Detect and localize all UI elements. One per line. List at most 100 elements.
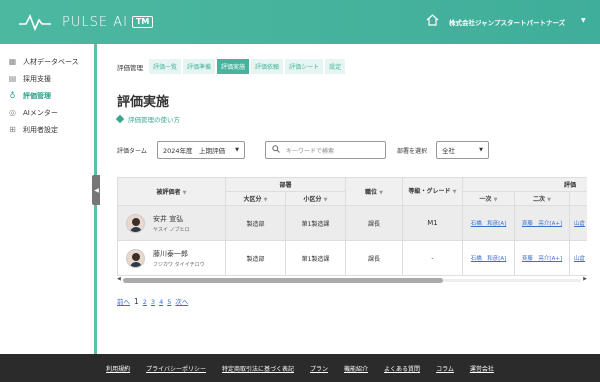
scroll-right-icon[interactable]: ▶: [583, 276, 587, 282]
scroll-thumb[interactable]: [123, 278, 443, 283]
cell-position: 課長: [345, 240, 404, 276]
footer-link-plans[interactable]: プラン: [310, 364, 328, 373]
sort-icon: ▼: [263, 197, 268, 203]
employee-kana: ヤスイ ノブヒロ: [153, 226, 190, 233]
sidebar-item-label: 利用者設定: [23, 125, 58, 134]
page-title: 評価実施: [117, 95, 170, 110]
table-row[interactable]: 藤川泰一郎 フジカワ タイイチロウ 製造部 第1製造課 課長 - 石橋 和彦[A…: [117, 240, 587, 276]
footer-link-column[interactable]: コラム: [436, 364, 454, 373]
sidebar-item-recruiting[interactable]: ▤ 採用支援: [0, 70, 94, 87]
third-evaluator-link[interactable]: 山倉: [574, 221, 585, 227]
footer-link-privacy[interactable]: プライバシーポリシー: [146, 364, 206, 373]
col-first-evaluation[interactable]: 一次 ▼: [462, 191, 516, 206]
sidebar-item-label: 採用支援: [23, 74, 51, 83]
dept-select[interactable]: 全社 ▼: [436, 141, 489, 159]
pulse-logo-icon: [19, 14, 51, 32]
term-select-value: 2024年度 上期評価: [163, 147, 226, 155]
cell-minor: 第1製造課: [284, 205, 347, 241]
search-input[interactable]: キーワードで検索: [265, 141, 386, 159]
pager-prev[interactable]: 前へ: [117, 296, 130, 306]
search-icon: [272, 145, 280, 155]
dept-label: 部署を選択: [397, 148, 428, 155]
second-evaluator-link[interactable]: 斉藤 亮介[A+]: [522, 221, 562, 227]
cell-grade: M1: [402, 205, 464, 241]
users-icon: ⊞: [9, 125, 16, 134]
pager-page[interactable]: 5: [167, 298, 171, 306]
tab-evaluation-list[interactable]: 評価一覧: [149, 59, 182, 74]
search-placeholder: キーワードで検索: [286, 147, 335, 155]
col-minor-division[interactable]: 小区分 ▼: [284, 191, 347, 206]
avatar: [126, 213, 145, 233]
footer: 利用規約 プライバシーポリシー 特定商取引法に基づく表記 プラン 機能紹介 よく…: [0, 354, 600, 382]
term-select[interactable]: 2024年度 上期評価 ▼: [157, 141, 245, 159]
tab-bar-label: 評価管理: [117, 63, 143, 72]
col-evaluatee[interactable]: 被評価者 ▼: [117, 177, 226, 206]
lightbulb-icon: ♁: [9, 91, 16, 100]
horizontal-scrollbar[interactable]: ◀ ▶: [117, 276, 587, 284]
company-name[interactable]: 株式会社ジャンプスタートパートナーズ: [449, 17, 565, 27]
sidebar-item-ai-mentor[interactable]: ◎ AIメンター: [0, 104, 94, 121]
sort-icon: ▼: [547, 197, 551, 203]
tab-evaluation-run[interactable]: 評価実施: [217, 59, 250, 74]
col-major-division[interactable]: 大区分 ▼: [225, 191, 286, 206]
third-evaluator-link[interactable]: 山倉: [574, 256, 585, 262]
table-row[interactable]: 安井 宣弘 ヤスイ ノブヒロ 製造部 第1製造課 課長 M1 石橋 和彦[A] …: [117, 205, 587, 241]
tab-evaluation-sheet[interactable]: 評価シート: [285, 59, 324, 74]
scroll-left-icon[interactable]: ◀: [117, 276, 121, 282]
sidebar-item-label: 評価管理: [23, 91, 51, 100]
avatar: [126, 248, 145, 268]
evaluation-table[interactable]: 被評価者 ▼ 部署 職位 ▼ 等級・グレード ▼ 評価 大区分 ▼ 小区分 ▼ …: [117, 177, 587, 277]
sidebar-item-user-settings[interactable]: ⊞ 利用者設定: [0, 121, 94, 138]
footer-link-commerce-law[interactable]: 特定商取引法に基づく表記: [222, 364, 294, 373]
footer-link-features[interactable]: 機能紹介: [344, 364, 368, 373]
document-icon: ▤: [8, 74, 17, 83]
col-grade[interactable]: 等級・グレード ▼: [402, 177, 464, 206]
pager-page[interactable]: 2: [143, 298, 147, 306]
col-second-evaluation[interactable]: 二次 ▼: [514, 191, 571, 206]
pager-current: 1: [134, 297, 139, 306]
pager-page[interactable]: 3: [151, 298, 155, 306]
chat-icon: ◎: [9, 108, 16, 117]
pagination: 前へ 1 2 3 4 5 次へ: [117, 296, 192, 306]
first-evaluator-link[interactable]: 石橋 和彦[A]: [471, 256, 507, 262]
logo-text: PULSE AI: [62, 14, 128, 30]
cell-major: 製造部: [225, 205, 286, 241]
cell-minor: 第1製造課: [284, 240, 347, 276]
filter-bar: 評価ターム 2024年度 上期評価 ▼ キーワードで検索 部署を選択 全社 ▼: [117, 141, 597, 159]
col-department: 部署: [224, 177, 347, 192]
tab-bar: 評価管理 評価一覧 評価準備 評価実施 評価依頼 評価シート 設定: [117, 59, 347, 74]
tab-evaluation-prep[interactable]: 評価準備: [183, 59, 216, 74]
second-evaluator-link[interactable]: 斉藤 亮介[A+]: [522, 256, 562, 262]
sidebar-item-database[interactable]: ▦ 人材データベース: [0, 53, 94, 70]
sidebar-item-label: AIメンター: [23, 108, 58, 117]
employee-name[interactable]: 安井 宣弘: [153, 214, 190, 224]
tab-evaluation-request[interactable]: 評価依頼: [251, 59, 284, 74]
help-link-label: 評価管理の使い方: [128, 116, 180, 124]
chevron-down-icon: ▼: [479, 147, 483, 153]
database-icon: ▦: [8, 57, 17, 66]
footer-link-terms[interactable]: 利用規約: [106, 364, 130, 373]
cell-position: 課長: [345, 205, 404, 241]
sidebar-item-evaluation[interactable]: ♁ 評価管理: [0, 87, 94, 104]
sort-icon: ▼: [379, 190, 383, 196]
employee-kana: フジカワ タイイチロウ: [153, 261, 205, 268]
first-evaluator-link[interactable]: 石橋 和彦[A]: [471, 221, 507, 227]
help-link[interactable]: 評価管理の使い方: [115, 114, 180, 124]
logo[interactable]: PULSE AI TM: [18, 10, 154, 34]
pager-next[interactable]: 次へ: [175, 296, 188, 306]
footer-link-faq[interactable]: よくある質問: [384, 364, 420, 373]
chevron-down-icon[interactable]: ▼: [581, 17, 586, 24]
main-content: 評価管理 評価一覧 評価準備 評価実施 評価依頼 評価シート 設定 評価実施 評…: [100, 44, 600, 354]
footer-link-company[interactable]: 運営会社: [470, 364, 494, 373]
home-icon[interactable]: [426, 14, 439, 28]
chevron-down-icon: ▼: [235, 147, 239, 153]
cell-grade: -: [402, 240, 464, 276]
col-third-evaluation[interactable]: [569, 191, 587, 206]
tab-settings[interactable]: 設定: [325, 59, 346, 74]
sort-icon: ▼: [323, 197, 328, 203]
pager-page[interactable]: 4: [159, 298, 163, 306]
col-evaluation: 評価: [462, 177, 587, 192]
diamond-icon: [115, 114, 125, 124]
employee-name[interactable]: 藤川泰一郎: [153, 249, 205, 259]
col-position[interactable]: 職位 ▼: [345, 177, 404, 206]
